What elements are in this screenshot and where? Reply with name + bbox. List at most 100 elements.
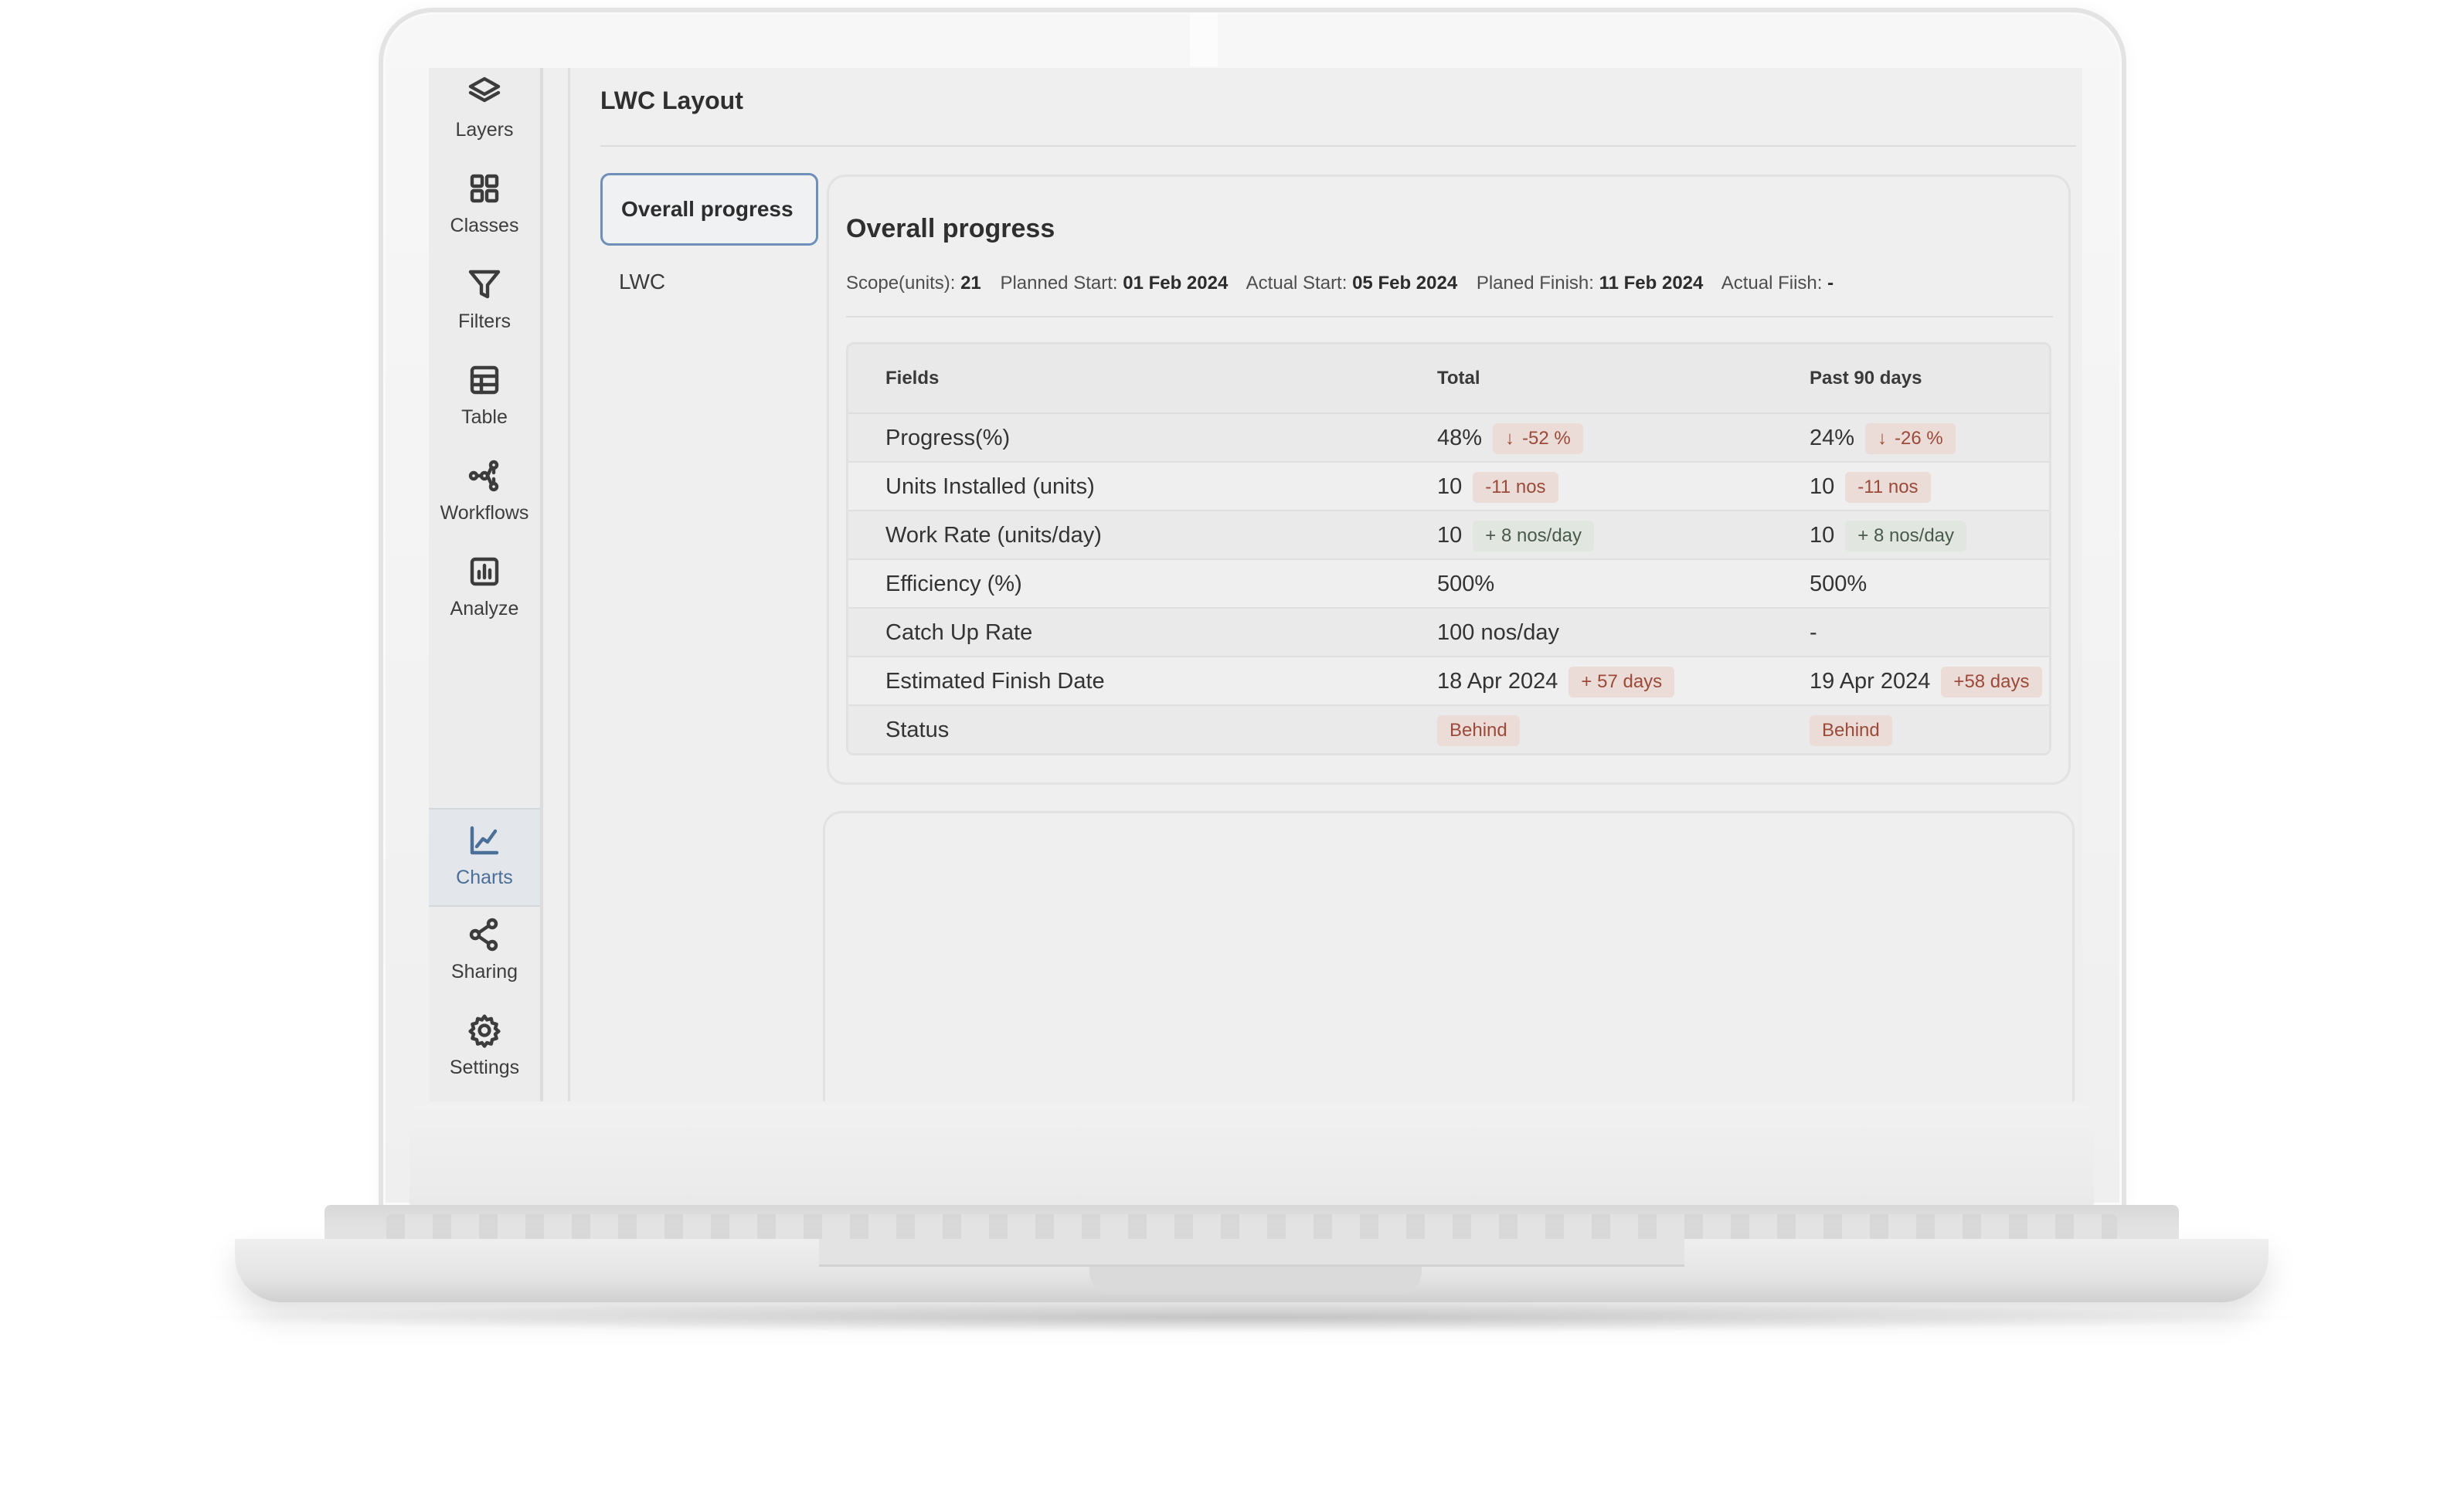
card-title: Overall progress bbox=[846, 214, 1055, 243]
layers-icon bbox=[468, 76, 501, 103]
sidebar-item-label: Classes bbox=[450, 215, 519, 236]
past-90-cell: 24% ↓ -26 % bbox=[1810, 414, 1956, 463]
page-title: LWC Layout bbox=[600, 87, 743, 114]
column-header-past-90-days: Past 90 days bbox=[1810, 368, 1922, 389]
field-name: Units Installed (units) bbox=[885, 474, 1095, 499]
field-name: Status bbox=[885, 718, 950, 742]
table-row: Status Behind Behind bbox=[848, 706, 2049, 753]
sidebar-item-label: Analyze bbox=[450, 598, 519, 619]
total-cell: 48% ↓ -52 % bbox=[1437, 414, 1583, 463]
sidebar-item-settings[interactable]: Settings bbox=[429, 1006, 540, 1095]
table-row: Catch Up Rate 100 nos/day - bbox=[848, 609, 2049, 657]
field-name: Work Rate (units/day) bbox=[885, 523, 1102, 548]
workflow-icon bbox=[468, 460, 499, 492]
badge-text: -26 % bbox=[1895, 427, 1943, 449]
change-badge: -11 nos bbox=[1473, 471, 1558, 503]
arrow-down-icon: ↓ bbox=[1878, 427, 1888, 449]
sidebar: Layers Classes Filters Table Workflows A… bbox=[429, 68, 543, 1101]
total-cell: Behind bbox=[1437, 706, 1520, 753]
laptop-notch bbox=[1089, 1267, 1422, 1295]
sidebar-item-label: Settings bbox=[449, 1057, 520, 1078]
field-name: Estimated Finish Date bbox=[885, 669, 1105, 694]
sidebar-item-layers[interactable]: Layers bbox=[429, 68, 540, 158]
total-value: 18 Apr 2024 bbox=[1437, 669, 1558, 694]
actual-start-value: 05 Feb 2024 bbox=[1352, 273, 1458, 294]
subnav-item-overall-progress[interactable]: Overall progress bbox=[600, 173, 818, 246]
past-90-cell: 10 + 8 nos/day bbox=[1810, 511, 1967, 560]
planned-finish-label: Planed Finish: bbox=[1476, 273, 1594, 294]
status-badge: Behind bbox=[1437, 714, 1520, 746]
line-chart-icon bbox=[470, 826, 499, 855]
chart-panel bbox=[823, 811, 2075, 1101]
total-cell: 18 Apr 2024 + 57 days bbox=[1437, 657, 1675, 706]
change-badge: + 8 nos/day bbox=[1473, 520, 1595, 551]
lid-bezel-bottom bbox=[410, 1105, 2094, 1205]
past-value: 10 bbox=[1810, 523, 1835, 548]
progress-table: Fields Total Past 90 days Progress(%) 48… bbox=[846, 342, 2051, 755]
sidebar-item-label: Workflows bbox=[440, 502, 529, 524]
card-divider bbox=[846, 316, 2053, 317]
sidebar-item-table[interactable]: Table bbox=[429, 355, 540, 445]
actual-finish-value: - bbox=[1827, 273, 1834, 294]
planned-start-value: 01 Feb 2024 bbox=[1123, 273, 1229, 294]
past-value: 19 Apr 2024 bbox=[1810, 669, 1931, 694]
grid-icon bbox=[470, 174, 499, 203]
past-90-cell: - bbox=[1810, 609, 1828, 657]
table-row: Units Installed (units) 10 -11 nos 10 -1… bbox=[848, 463, 2049, 511]
past-90-cell: 19 Apr 2024 +58 days bbox=[1810, 657, 2042, 706]
table-header: Fields Total Past 90 days bbox=[848, 344, 2049, 414]
overall-progress-card: Overall progress Scope(units): 21 Planne… bbox=[827, 175, 2071, 785]
badge-text: -52 % bbox=[1522, 427, 1571, 449]
total-value: 100 nos/day bbox=[1437, 620, 1560, 645]
bar-chart-icon bbox=[470, 557, 499, 586]
total-cell: 500% bbox=[1437, 560, 1505, 609]
sidebar-item-label: Charts bbox=[456, 867, 513, 888]
table-row: Work Rate (units/day) 10 + 8 nos/day 10 … bbox=[848, 511, 2049, 560]
actual-finish-label: Actual Fiish: bbox=[1721, 273, 1823, 294]
filter-icon bbox=[468, 270, 501, 299]
change-badge: + 57 days bbox=[1568, 666, 1675, 697]
sidebar-item-classes[interactable]: Classes bbox=[429, 164, 540, 253]
total-value: 500% bbox=[1437, 572, 1495, 596]
table-row: Efficiency (%) 500% 500% bbox=[848, 560, 2049, 609]
total-cell: 100 nos/day bbox=[1437, 609, 1570, 657]
sidebar-item-sharing[interactable]: Sharing bbox=[429, 910, 540, 999]
share-icon bbox=[469, 918, 498, 952]
sidebar-item-label: Sharing bbox=[450, 961, 518, 982]
change-badge: +58 days bbox=[1941, 666, 2042, 697]
table-row: Estimated Finish Date 18 Apr 2024 + 57 d… bbox=[848, 657, 2049, 706]
actual-start-label: Actual Start: bbox=[1246, 273, 1348, 294]
title-divider bbox=[600, 145, 2076, 147]
app-screen: Layers Classes Filters Table Workflows A… bbox=[429, 68, 2082, 1101]
change-badge: ↓ -26 % bbox=[1865, 423, 1956, 454]
past-90-cell: Behind bbox=[1810, 706, 1892, 753]
past-90-cell: 500% bbox=[1810, 560, 1878, 609]
column-header-fields: Fields bbox=[885, 368, 940, 389]
sidebar-item-label: Filters bbox=[457, 311, 511, 332]
total-value: 10 bbox=[1437, 523, 1463, 548]
past-value: 500% bbox=[1810, 572, 1868, 596]
progress-meta: Scope(units): 21 Planned Start: 01 Feb 2… bbox=[846, 273, 1847, 294]
table-icon bbox=[470, 365, 499, 395]
sidebar-item-charts[interactable]: Charts bbox=[429, 808, 540, 907]
column-header-total: Total bbox=[1437, 368, 1480, 389]
lid-reflection bbox=[1190, 12, 1218, 66]
past-90-cell: 10 -11 nos bbox=[1810, 463, 1931, 511]
past-value: 24% bbox=[1810, 426, 1855, 450]
gear-icon bbox=[468, 1014, 501, 1048]
sidebar-item-analyze[interactable]: Analyze bbox=[429, 547, 540, 636]
change-badge: -11 nos bbox=[1845, 471, 1931, 503]
scope-label: Scope(units): bbox=[846, 273, 956, 294]
planned-start-label: Planned Start: bbox=[1000, 273, 1118, 294]
sidebar-item-workflows[interactable]: Workflows bbox=[429, 451, 540, 541]
change-badge: + 8 nos/day bbox=[1845, 520, 1967, 551]
total-value: 48% bbox=[1437, 426, 1483, 450]
sidebar-item-filters[interactable]: Filters bbox=[429, 260, 540, 349]
field-name: Catch Up Rate bbox=[885, 620, 1033, 645]
past-value: 10 bbox=[1810, 474, 1835, 499]
past-value: - bbox=[1810, 620, 1817, 645]
arrow-down-icon: ↓ bbox=[1505, 427, 1515, 449]
table-row: Progress(%) 48% ↓ -52 % 24% ↓ -26 % bbox=[848, 414, 2049, 463]
subnav-item-lwc[interactable]: LWC bbox=[600, 246, 818, 318]
total-cell: 10 + 8 nos/day bbox=[1437, 511, 1595, 560]
